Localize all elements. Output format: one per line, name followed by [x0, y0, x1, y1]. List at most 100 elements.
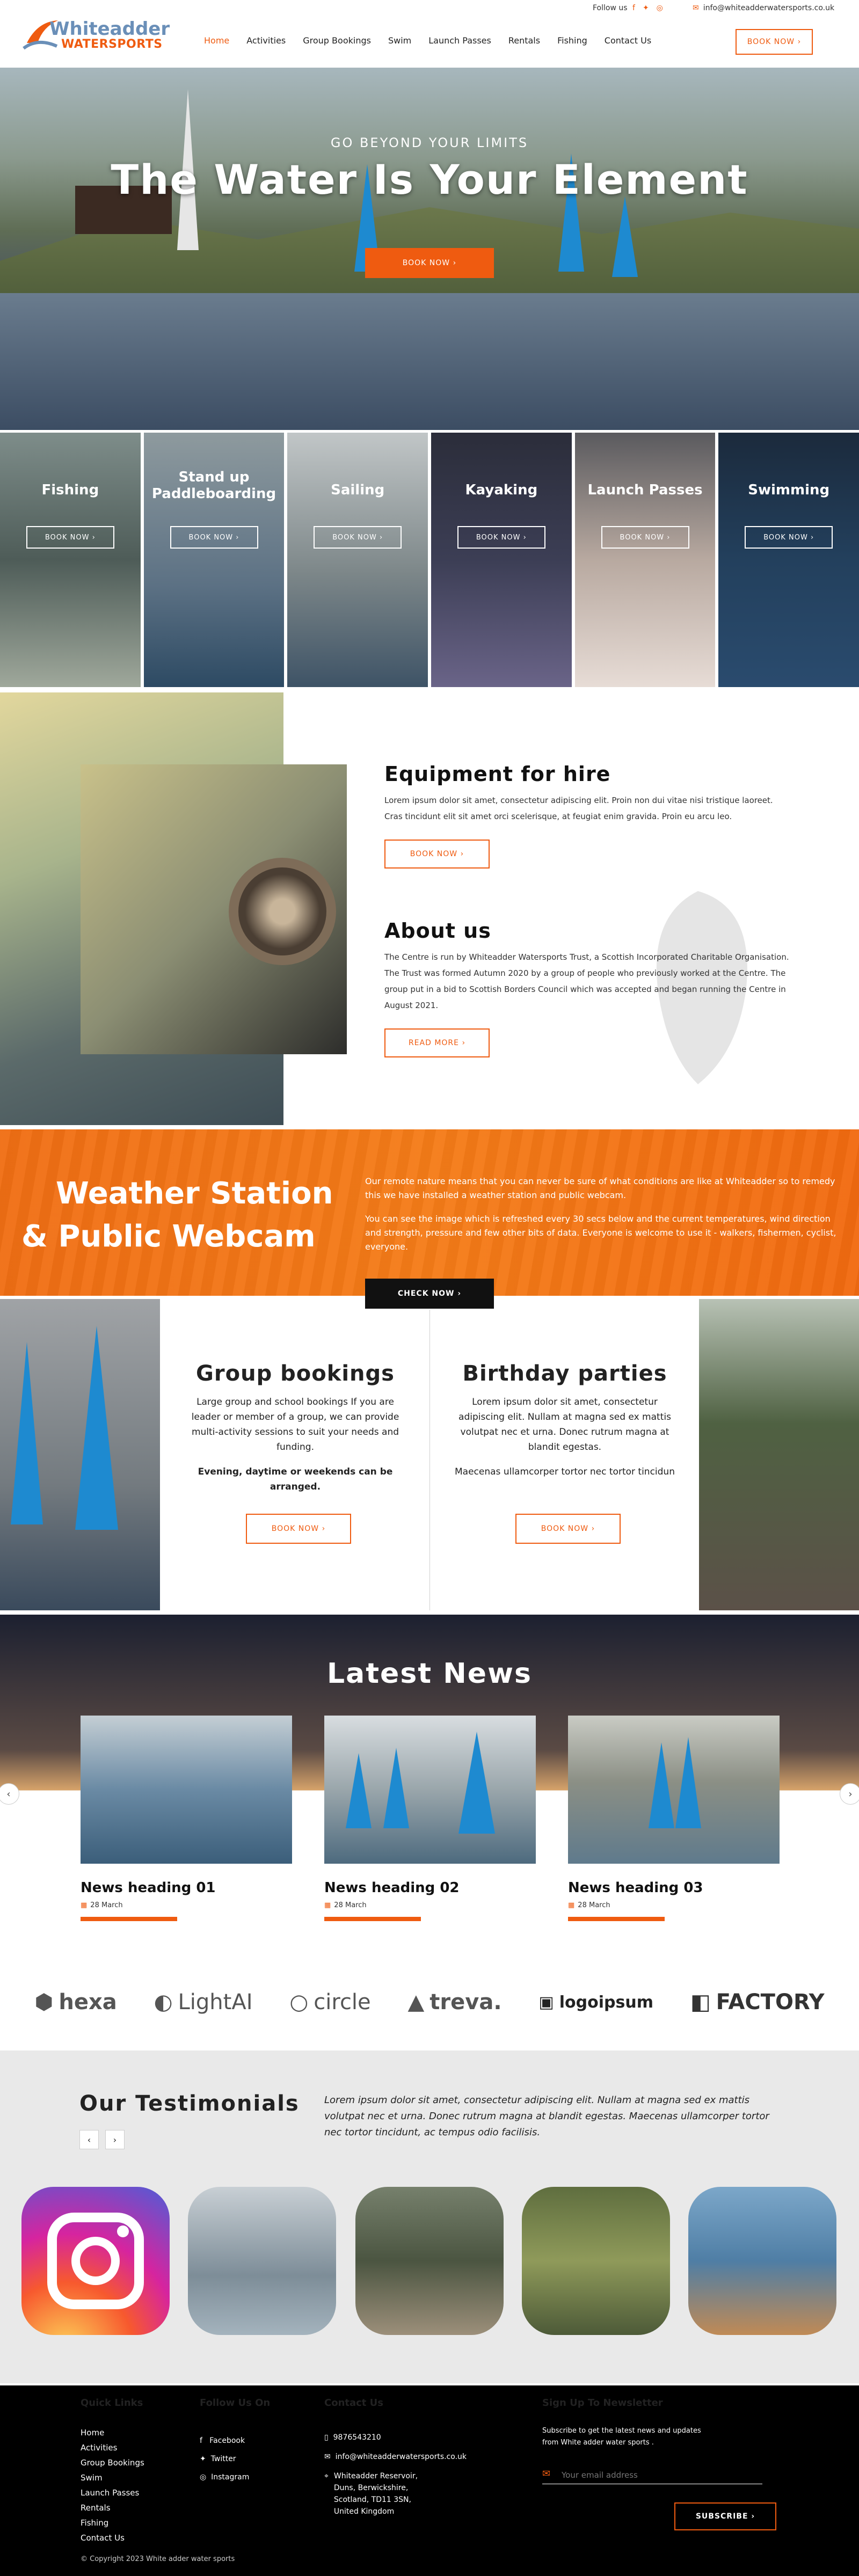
- testimonial-prev-arrow[interactable]: ‹: [79, 2130, 99, 2149]
- instagram-icon[interactable]: ◎: [657, 4, 663, 12]
- footer-link[interactable]: Home: [81, 2425, 144, 2440]
- hero-book-button[interactable]: BOOK NOW ›: [365, 248, 494, 278]
- news-card[interactable]: News heading 03 ▦ 28 March: [568, 1716, 780, 1921]
- group-bookings-text: Large group and school bookings If you a…: [191, 1397, 399, 1453]
- twitter-icon: ✦: [200, 2455, 206, 2463]
- logo-text: LightAI: [178, 1990, 253, 2015]
- news-card[interactable]: News heading 02 ▦ 28 March: [324, 1716, 536, 1921]
- address-line: Whiteadder Reservoir,: [333, 2472, 418, 2480]
- logo-treva: ▲ treva.: [408, 1990, 502, 2015]
- footer-link[interactable]: Rentals: [81, 2500, 144, 2515]
- equipment-section: Equipment for hire Lorem ipsum dolor sit…: [384, 762, 792, 869]
- footer-link[interactable]: Swim: [81, 2470, 144, 2485]
- footer-follow-title: Follow Us On: [200, 2397, 271, 2409]
- fishing-reel-image: [81, 764, 347, 1054]
- footer-email[interactable]: ✉ info@whiteadderwatersports.co.uk: [324, 2451, 467, 2463]
- footer-link[interactable]: Fishing: [81, 2515, 144, 2530]
- group-book-button[interactable]: BOOK NOW ›: [246, 1514, 351, 1544]
- footer-facebook[interactable]: f Facebook: [200, 2432, 249, 2450]
- footer-link[interactable]: Activities: [81, 2440, 144, 2455]
- birthday-parties-text: Lorem ipsum dolor sit amet, consectetur …: [458, 1397, 671, 1453]
- footer-phone-text: 9876543210: [333, 2433, 381, 2442]
- twitter-icon[interactable]: ✦: [643, 4, 649, 12]
- newsletter-email-input[interactable]: [542, 2466, 762, 2484]
- nav-swim[interactable]: Swim: [388, 35, 411, 46]
- activity-card-launch-passes[interactable]: Launch Passes BOOK NOW ›: [574, 433, 716, 687]
- nav-fishing[interactable]: Fishing: [557, 35, 587, 46]
- footer-instagram[interactable]: ◎ Instagram: [200, 2468, 249, 2486]
- subscribe-button[interactable]: SUBSCRIBE ›: [674, 2502, 776, 2530]
- facebook-icon[interactable]: f: [632, 4, 635, 12]
- header-book-button[interactable]: BOOK NOW ›: [736, 29, 813, 55]
- activity-book-button[interactable]: BOOK NOW ›: [601, 526, 689, 549]
- mail-icon: ✉: [693, 4, 699, 12]
- logo-text: circle: [314, 1990, 371, 2015]
- copyright: © Copyright 2023 White adder water sport…: [81, 2555, 235, 2563]
- news-heading: News heading 03: [568, 1880, 703, 1896]
- equipment-text: Lorem ipsum dolor sit amet, consectetur …: [384, 796, 773, 821]
- testimonial-quote: Lorem ipsum dolor sit amet, consectetur …: [324, 2095, 769, 2138]
- footer-link[interactable]: Group Bookings: [81, 2455, 144, 2470]
- birthday-group-image: [699, 1299, 859, 1610]
- nav-home[interactable]: Home: [204, 35, 229, 46]
- activity-card-fishing[interactable]: Fishing BOOK NOW ›: [0, 433, 141, 687]
- instagram-photo[interactable]: [355, 2187, 504, 2335]
- hero-subtitle: GO BEYOND YOUR LIMITS: [330, 135, 529, 150]
- logo-logoipsum: ▣ logoipsum: [538, 1993, 653, 2012]
- news-next-arrow[interactable]: ›: [840, 1783, 859, 1805]
- footer-address: ⌖ Whiteadder Reservoir, Duns, Berwickshi…: [324, 2470, 467, 2517]
- activity-book-button[interactable]: BOOK NOW ›: [26, 526, 114, 549]
- news-card[interactable]: News heading 01 ▦ 28 March: [81, 1716, 292, 1921]
- instagram-logo-tile[interactable]: [21, 2187, 170, 2335]
- partner-logos: ⬢ hexa ◐ LightAI ○ circle ▲ treva. ▣ logoipsu…: [0, 1954, 859, 2050]
- activity-book-button[interactable]: BOOK NOW ›: [314, 526, 402, 549]
- news-accent-bar: [81, 1917, 177, 1921]
- news-date: ▦ 28 March: [324, 1901, 536, 1909]
- about-read-more-button[interactable]: READ MORE ›: [384, 1028, 490, 1057]
- instagram-photo[interactable]: [688, 2187, 836, 2335]
- nav-contact-us[interactable]: Contact Us: [605, 35, 651, 46]
- logo-factory: ◧ FACTORY: [690, 1990, 825, 2015]
- top-email[interactable]: ✉ info@whiteadderwatersports.co.uk: [693, 4, 834, 12]
- about-text: The Centre is run by Whiteadder Waterspo…: [384, 952, 789, 1010]
- activity-book-button[interactable]: BOOK NOW ›: [745, 526, 833, 549]
- birthday-book-button[interactable]: BOOK NOW ›: [515, 1514, 621, 1544]
- activity-book-button[interactable]: BOOK NOW ›: [170, 526, 258, 549]
- activity-card-paddleboarding[interactable]: Stand up Paddleboarding BOOK NOW ›: [143, 433, 285, 687]
- footer-link[interactable]: Launch Passes: [81, 2485, 144, 2500]
- footer-link[interactable]: Contact Us: [81, 2530, 144, 2545]
- footer-phone[interactable]: ▯ 9876543210: [324, 2432, 467, 2443]
- about-title: About us: [384, 919, 491, 943]
- activity-card-kayaking[interactable]: Kayaking BOOK NOW ›: [431, 433, 572, 687]
- footer-contact-title: Contact Us: [324, 2397, 384, 2409]
- logo-circle: ○ circle: [289, 1990, 370, 2015]
- top-socials: f ✦ ◎: [632, 4, 663, 12]
- main-nav: Home Activities Group Bookings Swim Laun…: [204, 35, 668, 46]
- follow-us-label: Follow us: [593, 4, 628, 12]
- group-sail: [75, 1326, 118, 1530]
- instagram-photo[interactable]: [522, 2187, 670, 2335]
- activity-book-button[interactable]: BOOK NOW ›: [457, 526, 545, 549]
- instagram-photo[interactable]: [188, 2187, 336, 2335]
- nav-group-bookings[interactable]: Group Bookings: [303, 35, 371, 46]
- circle-icon: ○: [289, 1990, 309, 2015]
- site-logo[interactable]: Whiteadder WATERSPORTS: [21, 16, 170, 54]
- activity-card-sailing[interactable]: Sailing BOOK NOW ›: [287, 433, 428, 687]
- instagram-dot: [117, 2225, 129, 2237]
- weather-text-2: You can see the image which is refreshed…: [365, 1214, 836, 1252]
- activity-title: Sailing: [331, 482, 385, 498]
- footer-social-label: Facebook: [209, 2436, 245, 2445]
- nav-activities[interactable]: Activities: [246, 35, 286, 46]
- nav-launch-passes[interactable]: Launch Passes: [428, 35, 491, 46]
- testimonial-next-arrow[interactable]: ›: [105, 2130, 125, 2149]
- address-line: Scotland, TD11 3SN,: [333, 2495, 411, 2504]
- top-bar: Follow us f ✦ ◎ ✉ info@whiteadderwatersp…: [0, 0, 859, 16]
- nav-rentals[interactable]: Rentals: [508, 35, 540, 46]
- equipment-book-button[interactable]: BOOK NOW ›: [384, 840, 490, 869]
- news-sail: [649, 1742, 674, 1828]
- footer-twitter[interactable]: ✦ Twitter: [200, 2450, 249, 2468]
- group-sail: [11, 1342, 43, 1524]
- activity-card-swimming[interactable]: Swimming BOOK NOW ›: [718, 433, 859, 687]
- calendar-icon: ▦: [324, 1901, 331, 1909]
- check-now-button[interactable]: CHECK NOW ›: [365, 1279, 494, 1309]
